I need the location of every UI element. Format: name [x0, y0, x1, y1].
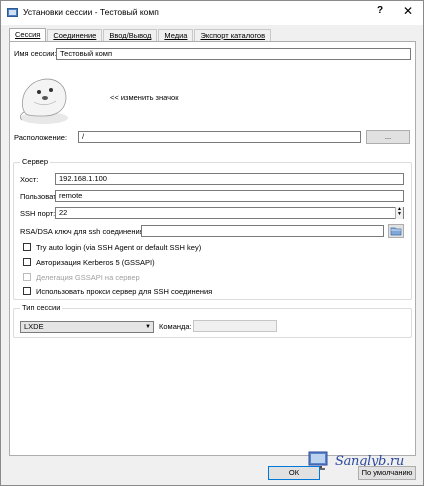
- command-input: [193, 320, 277, 332]
- location-input[interactable]: /: [78, 131, 361, 143]
- session-name-input[interactable]: Тестовый комп: [56, 48, 411, 60]
- server-group-title: Сервер: [20, 157, 51, 166]
- rsa-key-input[interactable]: [141, 225, 384, 237]
- seal-session-icon[interactable]: [14, 68, 74, 126]
- kerberos-label: Авторизация Kerberos 5 (GSSAPI): [36, 258, 155, 267]
- try-auto-login-checkbox[interactable]: [23, 243, 31, 251]
- session-name-label: Имя сессии:: [14, 49, 57, 58]
- browse-location-button[interactable]: ...: [366, 130, 410, 144]
- use-proxy-checkbox[interactable]: [23, 287, 31, 295]
- tab-media[interactable]: Медиа: [158, 29, 194, 41]
- x2go-app-icon: [7, 8, 18, 17]
- session-settings-dialog: Установки сессии - Тестовый комп ? ✕ Сес…: [0, 0, 424, 486]
- chevron-down-icon: ▼: [145, 324, 151, 330]
- window-title: Установки сессии - Тестовый комп: [23, 7, 159, 17]
- session-type-value: LXDE: [24, 322, 44, 331]
- spin-down-icon[interactable]: ▼: [396, 212, 403, 217]
- tab-session[interactable]: Сессия: [9, 28, 47, 42]
- close-button[interactable]: ✕: [401, 4, 415, 18]
- session-type-group: Тип сессии LXDE ▼ Команда:: [13, 303, 412, 338]
- help-button[interactable]: ?: [373, 5, 387, 16]
- title-bar: Установки сессии - Тестовый комп ? ✕: [1, 1, 423, 25]
- tab-input-output[interactable]: Ввод/Вывод: [103, 29, 158, 41]
- folder-open-icon: [390, 227, 402, 236]
- ssh-port-spinner[interactable]: ▲ ▼: [395, 207, 403, 219]
- gssapi-delegation-checkbox: [23, 273, 31, 281]
- gssapi-delegation-label: Делегация GSSAPI на сервер: [36, 273, 140, 282]
- defaults-button[interactable]: По умолчанию: [358, 466, 416, 480]
- host-input[interactable]: 192.168.1.100: [55, 173, 404, 185]
- tab-connection[interactable]: Соединение: [47, 29, 103, 41]
- session-tab-panel: Имя сессии: Тестовый комп << изменить зн…: [9, 41, 416, 456]
- ssh-port-input[interactable]: 22: [55, 207, 404, 219]
- location-label: Расположение:: [14, 133, 68, 142]
- rsa-key-browse-button[interactable]: [388, 224, 404, 238]
- command-label: Команда:: [159, 322, 192, 331]
- ok-button[interactable]: ОК: [268, 466, 320, 480]
- change-icon-link[interactable]: << изменить значок: [110, 93, 179, 102]
- rsa-key-label: RSA/DSA ключ для ssh соединения:: [20, 227, 146, 236]
- host-label: Хост:: [20, 175, 39, 184]
- ssh-port-label: SSH порт:: [20, 209, 56, 218]
- session-type-select[interactable]: LXDE ▼: [20, 321, 154, 333]
- user-input[interactable]: remote: [55, 190, 404, 202]
- session-type-group-title: Тип сессии: [20, 303, 63, 312]
- try-auto-login-label: Try auto login (via SSH Agent or default…: [36, 243, 202, 252]
- use-proxy-label: Использовать прокси сервер для SSH соеди…: [36, 287, 213, 296]
- tab-shared-folders[interactable]: Экспорт каталогов: [194, 29, 272, 41]
- kerberos-checkbox[interactable]: [23, 258, 31, 266]
- server-group: Сервер Хост: 192.168.1.100 Пользователь:…: [13, 157, 412, 300]
